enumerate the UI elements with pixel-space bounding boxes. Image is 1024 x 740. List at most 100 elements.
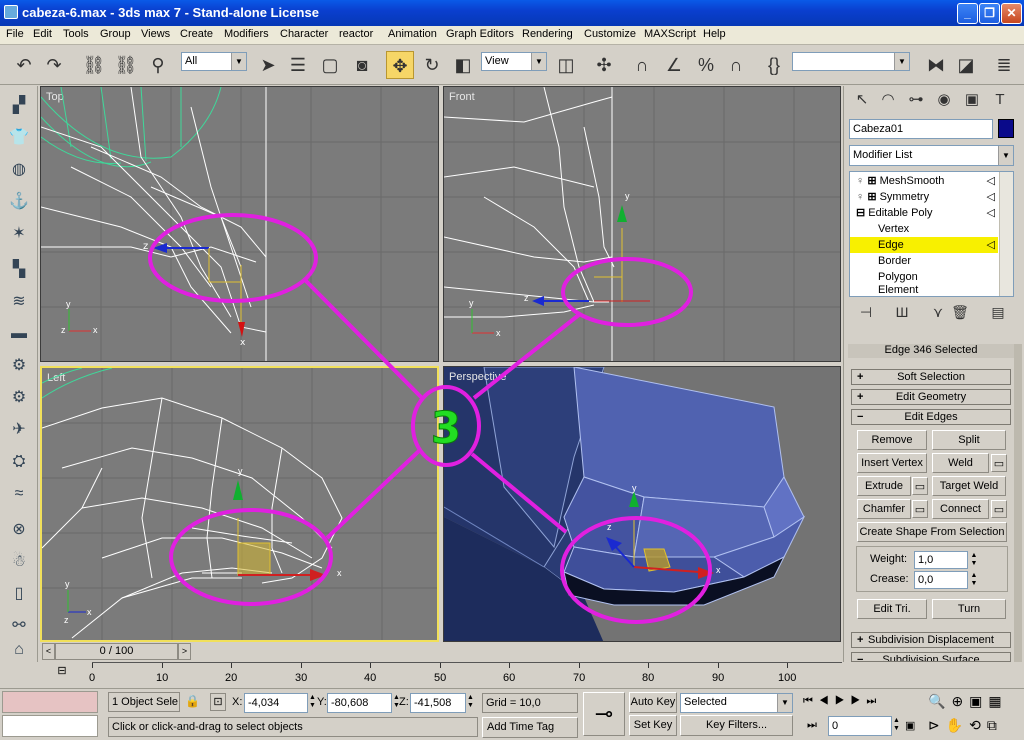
absolute-mode-icon[interactable]: ⊡ (210, 693, 226, 711)
prev-frame-icon[interactable]: < (42, 643, 55, 660)
utilities-tab-icon[interactable]: T (986, 86, 1014, 114)
viewport-label-perspective[interactable]: Perspective (449, 371, 506, 383)
menu-views[interactable]: Views (141, 28, 170, 40)
remove-button[interactable]: Remove (857, 430, 927, 450)
lightbulb-icon[interactable]: ♀ (856, 191, 864, 203)
menu-reactor[interactable]: reactor (339, 28, 373, 40)
viewport-top[interactable]: Top z x zxy (40, 86, 439, 362)
pin-icon[interactable]: ◁ (987, 237, 995, 253)
maximize-viewport-icon[interactable]: ⧉ (987, 717, 1003, 733)
set-key-button[interactable]: Set Key (629, 715, 677, 736)
add-time-tag-button[interactable]: Add Time Tag (482, 717, 578, 738)
viewport-left[interactable]: Left y x xyz (40, 366, 439, 642)
auto-key-button[interactable]: Auto Key (629, 692, 677, 713)
extrude-settings-icon[interactable]: ▭ (912, 477, 928, 495)
weld-settings-icon[interactable]: ▭ (991, 454, 1007, 472)
rigid-body-collection-icon[interactable]: ▞ (7, 94, 31, 118)
modifier-stack[interactable]: ♀ ⊞ MeshSmooth ◁ ♀ ⊞ Symmetry ◁ ⊟ Editable… (849, 171, 1014, 297)
go-to-start-icon[interactable]: ⏮ (803, 695, 819, 707)
key-mode-dropdown[interactable]: Selected ▼ (680, 693, 793, 713)
zoom-extents-icon[interactable]: ▣ (969, 693, 988, 709)
target-weld-button[interactable]: Target Weld (932, 476, 1006, 496)
current-frame-field[interactable]: 0 (828, 716, 892, 736)
chamfer-settings-icon[interactable]: ▭ (912, 500, 928, 518)
close-button[interactable]: ✕ (1001, 3, 1022, 24)
menu-edit[interactable]: Edit (33, 28, 52, 40)
stack-item-symmetry[interactable]: ♀ ⊞ Symmetry ◁ (856, 189, 998, 205)
menu-file[interactable]: File (6, 28, 24, 40)
layer-manager-icon[interactable]: ≣ (990, 51, 1018, 79)
playback-controls[interactable]: ⏮◀▶▶⏭ (803, 695, 882, 708)
stack-item-edge[interactable]: Edge ◁ (850, 237, 998, 253)
menu-help[interactable]: Help (703, 28, 726, 40)
select-by-name-icon[interactable]: ☰ (284, 51, 312, 79)
rope-collection-icon[interactable]: ⚓ (7, 190, 31, 214)
curve-editor-icon[interactable]: ⊟ (52, 664, 72, 680)
rollout-edit-geometry[interactable]: + Edit Geometry (851, 389, 1011, 405)
select-and-move-icon[interactable]: ✥ (386, 51, 414, 79)
next-frame-icon[interactable]: ▶ (851, 695, 867, 707)
remove-modifier-icon[interactable]: 🗑 (946, 298, 974, 326)
connect-settings-icon[interactable]: ▭ (991, 500, 1007, 518)
motion-tab-icon[interactable]: ◉ (930, 86, 958, 114)
object-color-swatch[interactable] (998, 119, 1014, 138)
select-object-icon[interactable]: ➤ (254, 51, 282, 79)
menu-group[interactable]: Group (100, 28, 131, 40)
selection-filter-dropdown[interactable]: All ▼ (181, 52, 247, 71)
constraint-solver-icon[interactable]: ⊗ (7, 518, 31, 542)
percent-snap-icon[interactable]: % (692, 51, 720, 79)
minimize-button[interactable]: _ (957, 3, 978, 24)
cloth-collection-icon[interactable]: 👕 (7, 126, 31, 150)
select-and-manipulate-icon[interactable]: ✣ (590, 51, 618, 79)
track-bar[interactable]: ⊟ 0 10 20 30 40 50 60 70 80 90 100 (40, 662, 842, 688)
analyze-world-icon[interactable]: ⌂ (7, 638, 31, 662)
window-crossing-icon[interactable]: ◙ (348, 51, 376, 79)
menu-animation[interactable]: Animation (388, 28, 437, 40)
viewport-front[interactable]: Front y z xy (443, 86, 841, 362)
rollout-subdivision-displacement[interactable]: + Subdivision Displacement (851, 632, 1011, 648)
spinner-arrows-icon[interactable]: ▲ ▼ (309, 694, 316, 710)
soft-body-collection-icon[interactable]: ◍ (7, 158, 31, 182)
play-icon[interactable]: ▶ (835, 695, 851, 707)
pin-icon[interactable]: ◁ (987, 205, 995, 221)
point-to-point-icon[interactable]: ⚯ (7, 614, 31, 638)
menu-graph-editors[interactable]: Graph Editors (446, 28, 514, 40)
stack-item-vertex[interactable]: Vertex (878, 221, 998, 237)
dashpot-icon[interactable]: ▬ (7, 322, 31, 346)
menu-customize[interactable]: Customize (584, 28, 636, 40)
menu-tools[interactable]: Tools (63, 28, 89, 40)
edit-named-selection-icon[interactable]: {} (760, 51, 788, 79)
pin-icon[interactable]: ◁ (987, 189, 995, 205)
viewport-perspective[interactable]: y x z Perspective (443, 366, 841, 642)
menu-maxscript[interactable]: MAXScript (644, 28, 696, 40)
panel-scrollbar[interactable] (1014, 344, 1022, 662)
display-tab-icon[interactable]: ▣ (958, 86, 986, 114)
stack-scrollbar[interactable] (999, 172, 1013, 296)
connect-button[interactable]: Connect (932, 499, 989, 519)
pin-stack-icon[interactable]: ⊣ (852, 298, 880, 326)
spinner-arrows-icon[interactable]: ▲ ▼ (969, 572, 979, 588)
show-end-result-icon[interactable]: Ш (888, 298, 916, 326)
spinner-arrows-icon[interactable]: ▲ ▼ (467, 694, 474, 710)
arc-rotate-icon[interactable]: ⟲ (969, 717, 987, 733)
key-filters-button[interactable]: Key Filters... (680, 715, 793, 736)
key-mode-toggle-icon[interactable]: ⏭ (807, 719, 817, 732)
modify-tab-icon[interactable]: ◠ (874, 86, 902, 114)
reference-coord-dropdown[interactable]: View ▼ (481, 52, 547, 71)
object-name-field[interactable]: Cabeza01 (849, 119, 993, 139)
x-coordinate-field[interactable]: -4,034 (244, 693, 308, 713)
stack-item-border[interactable]: Border (878, 253, 998, 269)
menu-modifiers[interactable]: Modifiers (224, 28, 269, 40)
unlink-icon[interactable]: ⛓ (112, 51, 140, 79)
spinner-arrows-icon[interactable]: ▲ ▼ (969, 552, 979, 568)
set-key-mode-icon[interactable]: ⊸ (583, 692, 625, 736)
stack-item-editable-poly[interactable]: ⊟ Editable Poly ◁ (856, 205, 998, 221)
zoom-extents-all-icon[interactable]: ▦ (988, 693, 1007, 709)
spring-icon[interactable]: ≋ (7, 290, 31, 314)
rollout-subdivision-surface[interactable]: − Subdivision Surface (851, 652, 1011, 662)
modifier-list-dropdown[interactable]: Modifier List ▼ (849, 145, 1014, 166)
chamfer-button[interactable]: Chamfer (857, 499, 911, 519)
zoom-icon[interactable]: 🔍 (928, 693, 951, 709)
title-bar[interactable]: cabeza-6.max - 3ds max 7 - Stand-alone L… (0, 0, 1024, 26)
toy-car-icon[interactable]: ✈ (7, 418, 31, 442)
